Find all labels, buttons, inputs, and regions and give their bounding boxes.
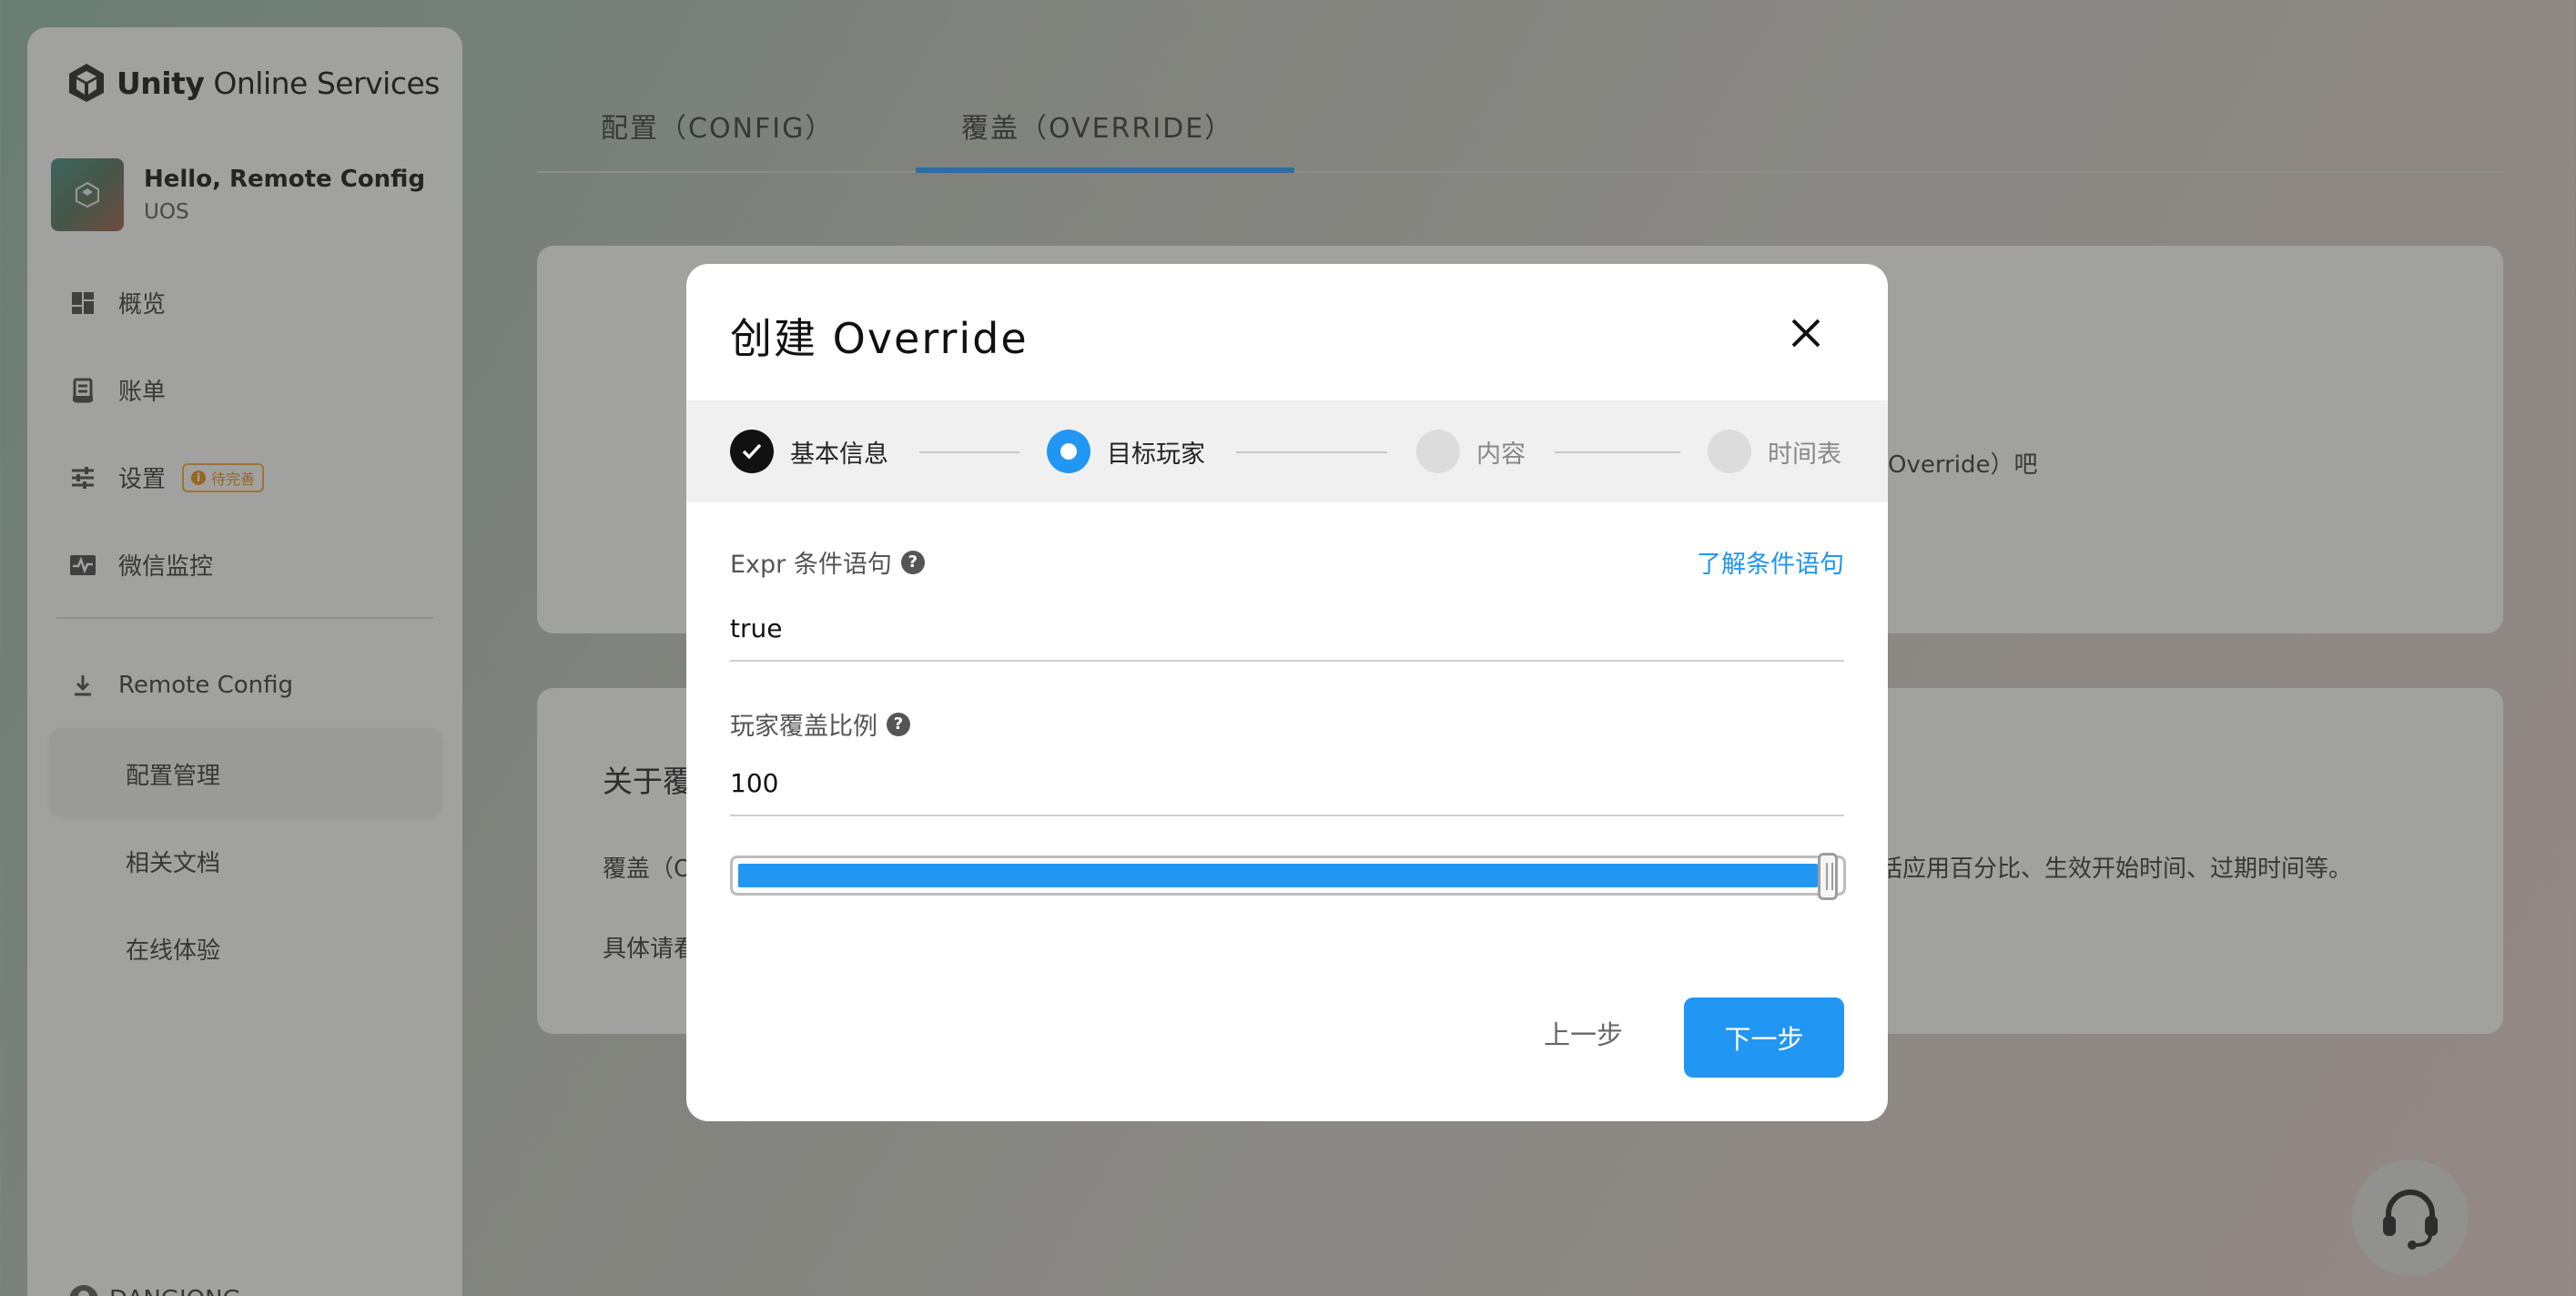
slider-handle[interactable] [1818,853,1838,900]
stepper: 基本信息 目标玩家 内容 时间表 [686,400,1888,502]
step-label: 时间表 [1768,440,1841,469]
step-content[interactable]: 内容 [1416,430,1526,473]
slider-fill [738,864,1818,887]
check-icon [730,430,774,473]
step-connector [1555,451,1680,453]
pending-step-icon [1708,430,1751,473]
ratio-label-text: 玩家覆盖比例 [730,713,877,741]
help-icon[interactable]: ? [900,550,925,574]
next-button[interactable]: 下一步 [1684,997,1844,1078]
expr-label: Expr 条件语句 ? [730,544,925,580]
help-icon[interactable]: ? [887,712,910,736]
step-schedule[interactable]: 时间表 [1708,430,1841,473]
ratio-slider[interactable] [730,853,1846,900]
create-override-dialog: 创建 Override 基本信息 目标玩家 内容 时间表 Expr 条件语句 ?… [686,264,1888,1121]
step-target-players[interactable]: 目标玩家 [1047,430,1205,473]
expr-label-text: Expr 条件语句 [730,551,892,579]
previous-button[interactable]: 上一步 [1544,1014,1623,1052]
step-connector [1236,451,1387,453]
ratio-label: 玩家覆盖比例 ? [730,706,910,742]
step-basic-info[interactable]: 基本信息 [730,430,888,473]
ratio-input[interactable]: 100 [730,768,1844,816]
expr-input[interactable]: true [730,613,1844,662]
active-step-icon [1047,430,1090,473]
dialog-title: 创建 Override [730,314,1029,363]
step-label: 基本信息 [790,440,888,469]
step-label: 目标玩家 [1107,440,1205,469]
close-icon[interactable] [1788,315,1824,351]
step-label: 内容 [1476,440,1526,469]
learn-expr-link[interactable]: 了解条件语句 [1697,544,1844,580]
pending-step-icon [1416,430,1460,473]
step-connector [919,451,1019,453]
